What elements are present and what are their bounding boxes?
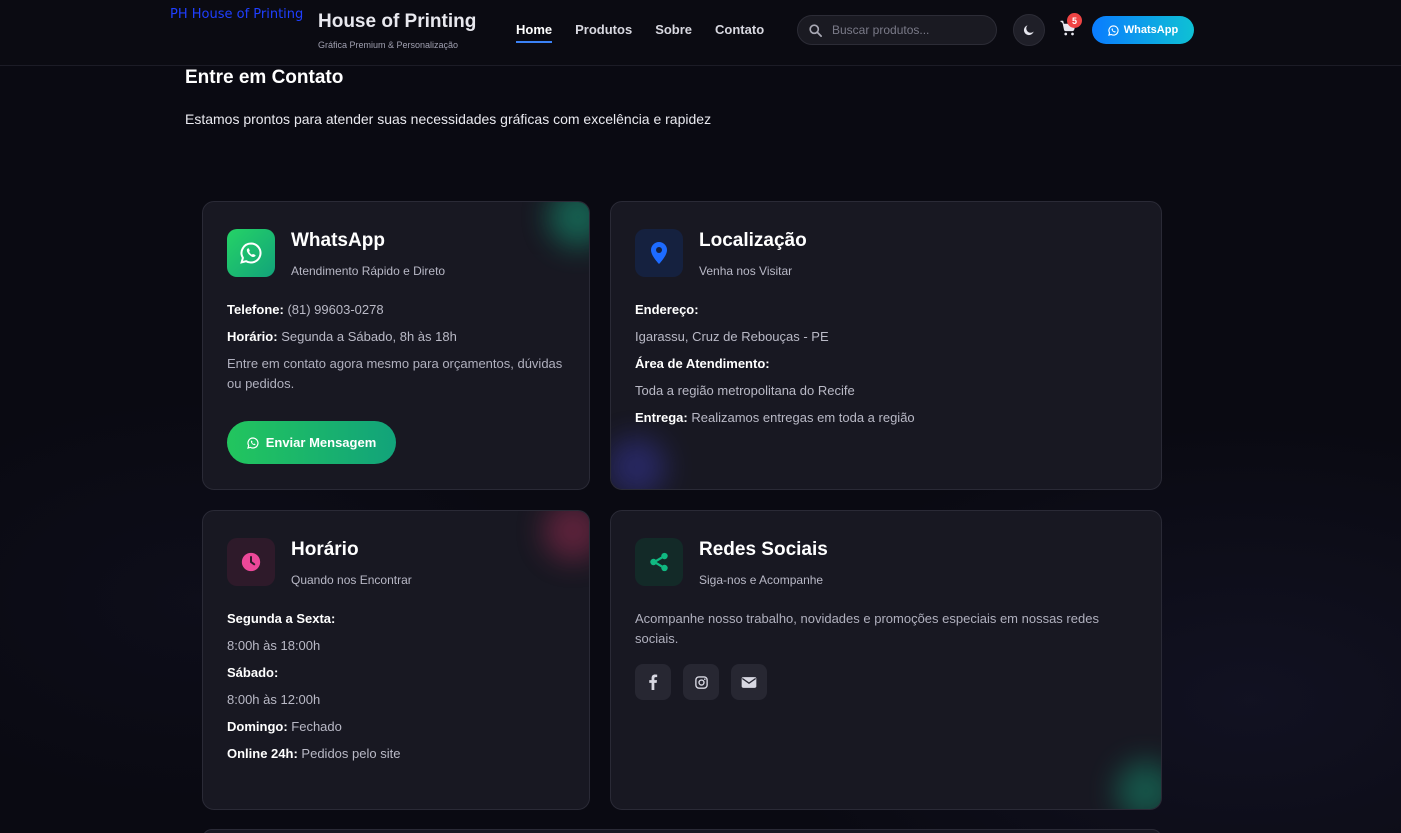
area-label-line: Área de Atendimento: xyxy=(635,354,1139,374)
logo-image[interactable]: PH House of Printing xyxy=(170,7,303,22)
saturday-label: Sábado: xyxy=(227,665,279,680)
social-card-icon-box xyxy=(635,538,683,586)
location-card-icon-box xyxy=(635,229,683,277)
hours-card-body: Segunda a Sexta: 8:00h às 18:00h Sábado:… xyxy=(227,609,567,771)
online-label: Online 24h: xyxy=(227,746,298,761)
card-glow xyxy=(543,511,589,561)
card-glow xyxy=(611,437,666,489)
hours-line: Horário: Segunda a Sábado, 8h às 18h xyxy=(227,327,567,347)
online-value: Pedidos pelo site xyxy=(301,746,401,761)
hours-card-title: Horário xyxy=(291,539,359,560)
social-card: Redes Sociais Siga-nos e Acompanhe Acomp… xyxy=(610,510,1162,810)
whatsapp-icon xyxy=(246,436,259,449)
sunday-value: Fechado xyxy=(291,719,342,734)
online-line: Online 24h: Pedidos pelo site xyxy=(227,744,567,764)
header-whatsapp-button[interactable]: WhatsApp xyxy=(1092,16,1194,44)
area-value: Toda a região metropolitana do Recife xyxy=(635,383,855,398)
location-card-title: Localização xyxy=(699,230,807,251)
saturday-label-line: Sábado: xyxy=(227,663,567,683)
delivery-value: Realizamos entregas em toda a região xyxy=(691,410,915,425)
search-icon xyxy=(809,23,822,37)
phone-value[interactable]: (81) 99603-0278 xyxy=(287,302,383,317)
whatsapp-card-icon-box xyxy=(227,229,275,277)
delivery-line: Entrega: Realizamos entregas em toda a r… xyxy=(635,408,1139,428)
facebook-button[interactable] xyxy=(635,664,671,700)
location-card-subtitle: Venha nos Visitar xyxy=(699,264,793,278)
main-nav: Home Produtos Sobre Contato xyxy=(516,22,764,43)
nav-sobre[interactable]: Sobre xyxy=(655,22,692,43)
delivery-label: Entrega: xyxy=(635,410,688,425)
card-glow xyxy=(548,202,589,247)
site-header: PH House of Printing House of Printing G… xyxy=(0,0,1401,66)
area-label: Área de Atendimento: xyxy=(635,356,770,371)
nav-contato[interactable]: Contato xyxy=(715,22,764,43)
social-card-subtitle: Siga-nos e Acompanhe xyxy=(699,573,824,587)
weekdays-label: Segunda a Sexta: xyxy=(227,611,336,626)
phone-line: Telefone: (81) 99603-0278 xyxy=(227,300,567,320)
whatsapp-card-body: Telefone: (81) 99603-0278 Horário: Segun… xyxy=(227,300,567,394)
send-message-label: Enviar Mensagem xyxy=(265,435,377,450)
sunday-label: Domingo: xyxy=(227,719,288,734)
hours-card: Horário Quando nos Encontrar Segunda a S… xyxy=(202,510,590,810)
hours-card-subtitle: Quando nos Encontrar xyxy=(291,573,412,587)
brand-title[interactable]: House of Printing xyxy=(318,11,476,33)
whatsapp-card: WhatsApp Atendimento Rápido e Direto Tel… xyxy=(202,201,590,490)
send-message-button[interactable]: Enviar Mensagem xyxy=(227,421,396,464)
facebook-icon xyxy=(649,674,658,690)
email-icon xyxy=(741,676,757,688)
card-glow xyxy=(1116,761,1161,809)
brand-subtitle: Gráfica Premium & Personalização xyxy=(318,40,459,50)
email-button[interactable] xyxy=(731,664,767,700)
address-label-line: Endereço: xyxy=(635,300,1139,320)
section-description: Estamos prontos para atender suas necess… xyxy=(185,111,712,127)
social-links xyxy=(635,664,767,700)
moon-icon xyxy=(1023,25,1034,36)
social-card-body: Acompanhe nosso trabalho, novidades e pr… xyxy=(635,609,1139,649)
whatsapp-card-subtitle: Atendimento Rápido e Direto xyxy=(291,264,446,278)
cart-count-badge: 5 xyxy=(1067,13,1082,28)
social-card-text: Acompanhe nosso trabalho, novidades e pr… xyxy=(635,611,1099,646)
nav-produtos[interactable]: Produtos xyxy=(575,22,632,43)
next-section-card-edge xyxy=(202,829,1162,833)
section-title: Entre em Contato xyxy=(185,67,344,88)
theme-toggle-button[interactable] xyxy=(1013,14,1045,46)
clock-icon xyxy=(241,552,261,572)
whatsapp-card-title: WhatsApp xyxy=(291,230,385,251)
map-pin-icon xyxy=(651,242,667,264)
whatsapp-icon xyxy=(240,242,262,264)
whatsapp-icon xyxy=(1107,24,1119,36)
nav-home[interactable]: Home xyxy=(516,22,553,43)
search-input[interactable] xyxy=(832,23,982,37)
location-card: Localização Venha nos Visitar Endereço: … xyxy=(610,201,1162,490)
address-value: Igarassu, Cruz de Rebouças - PE xyxy=(635,329,829,344)
address-label: Endereço: xyxy=(635,302,699,317)
weekdays-value: 8:00h às 18:00h xyxy=(227,638,321,653)
weekdays-label-line: Segunda a Sexta: xyxy=(227,609,567,629)
hours-card-icon-box xyxy=(227,538,275,586)
phone-label: Telefone: xyxy=(227,302,284,317)
location-card-body: Endereço: Igarassu, Cruz de Rebouças - P… xyxy=(635,300,1139,435)
whatsapp-card-text: Entre em contato agora mesmo para orçame… xyxy=(227,356,563,391)
header-whatsapp-label: WhatsApp xyxy=(1123,24,1179,36)
instagram-icon xyxy=(694,675,708,689)
hours-value: Segunda a Sábado, 8h às 18h xyxy=(281,329,457,344)
saturday-value: 8:00h às 12:00h xyxy=(227,692,321,707)
share-icon xyxy=(650,552,668,572)
sunday-line: Domingo: Fechado xyxy=(227,717,567,737)
social-card-title: Redes Sociais xyxy=(699,539,828,560)
search-box xyxy=(797,15,997,45)
hours-label: Horário: xyxy=(227,329,278,344)
instagram-button[interactable] xyxy=(683,664,719,700)
